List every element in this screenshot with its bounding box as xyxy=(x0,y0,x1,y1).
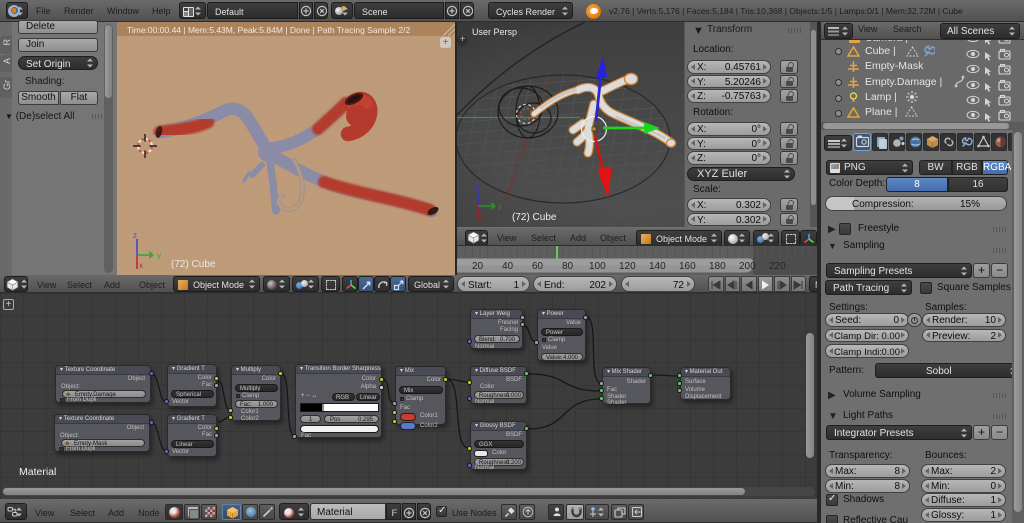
svg-text:(72) Cube: (72) Cube xyxy=(512,212,557,223)
